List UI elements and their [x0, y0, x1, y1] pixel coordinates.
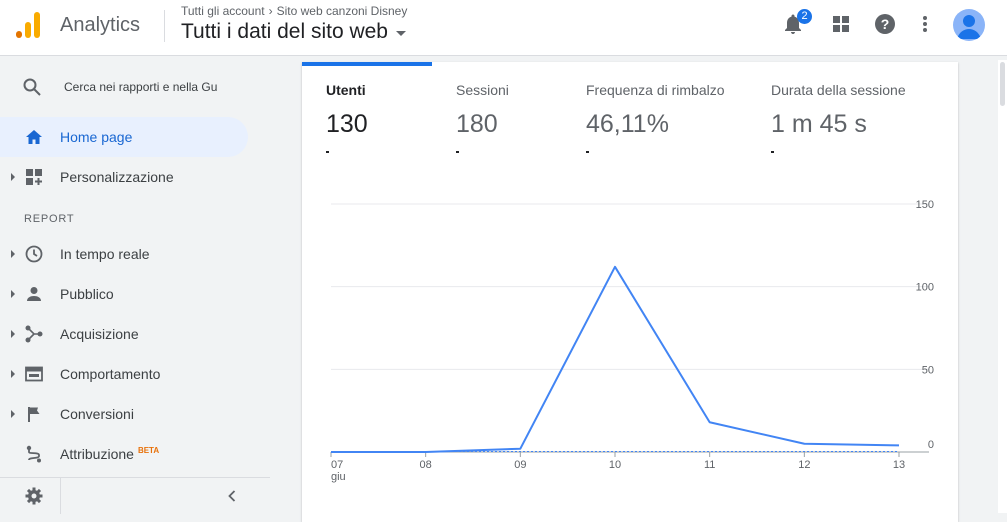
svg-text:?: ?: [881, 16, 890, 32]
sidebar-item-attribution[interactable]: Attribuzione BETA: [0, 434, 248, 474]
analytics-logo-icon[interactable]: [14, 10, 42, 40]
users-line-chart[interactable]: 0 50 100 150 07 08 09 10 11 12 13 giu: [302, 192, 958, 492]
sidebar-footer: [0, 477, 270, 513]
search-icon[interactable]: [22, 77, 42, 97]
metric-label: Durata della sessione: [771, 82, 906, 98]
view-title[interactable]: Tutti i dati del sito web: [181, 20, 388, 44]
header-divider: [164, 10, 165, 42]
sidebar-item-label: Home page: [60, 129, 132, 145]
x-tick-label: 11: [704, 459, 715, 471]
home-icon: [24, 127, 44, 147]
metric-label: Sessioni: [456, 82, 509, 98]
active-tab-indicator: [302, 62, 432, 66]
sidebar-item-label: Acquisizione: [60, 326, 139, 342]
x-tick-label: 09: [514, 459, 526, 471]
y-tick-label: 0: [928, 439, 934, 451]
sidebar-item-behavior[interactable]: Comportamento: [0, 354, 248, 394]
beta-badge: BETA: [138, 446, 159, 455]
x-tick-label: 08: [420, 459, 432, 471]
sidebar-item-conversions[interactable]: Conversioni: [0, 394, 248, 434]
metric-label: Utenti: [326, 82, 368, 98]
view-selector[interactable]: Tutti i dati del sito web: [181, 20, 406, 44]
chevron-left-icon[interactable]: [222, 486, 242, 506]
clock-icon: [24, 244, 44, 264]
sidebar-item-label: In tempo reale: [60, 246, 150, 262]
apps-grid-icon[interactable]: [829, 12, 853, 36]
metric-tab-bounce-rate[interactable]: Frequenza di rimbalzo 46,11%: [586, 82, 725, 153]
metric-value: 180: [456, 110, 509, 139]
attribution-icon: [24, 444, 44, 464]
metric-value: 46,11%: [586, 110, 725, 139]
metric-value: 1 m 45 s: [771, 110, 906, 139]
metric-value: 130: [326, 110, 368, 139]
person-icon: [953, 9, 985, 41]
users-series-line: [331, 267, 899, 452]
gear-icon[interactable]: [24, 486, 44, 506]
breadcrumb[interactable]: Tutti gli account › Sito web canzoni Dis…: [181, 4, 407, 18]
scrollbar-thumb[interactable]: [1000, 62, 1005, 106]
page-scrollbar[interactable]: [998, 60, 1007, 513]
y-tick-label: 100: [916, 282, 934, 294]
x-month-label: giu: [331, 471, 346, 483]
sidebar-item-label: Conversioni: [60, 406, 134, 422]
behavior-icon: [24, 364, 44, 384]
app-name: Analytics: [60, 14, 140, 37]
reports-section-header: REPORT: [24, 213, 74, 225]
expand-arrow-icon[interactable]: [11, 410, 15, 418]
sidebar-item-home[interactable]: Home page: [0, 117, 248, 157]
breadcrumb-account[interactable]: Tutti gli account: [181, 4, 265, 18]
y-tick-label: 150: [916, 199, 934, 211]
x-tick-label: 10: [609, 459, 621, 471]
sidebar-item-label: Attribuzione BETA: [60, 446, 159, 462]
expand-arrow-icon[interactable]: [11, 250, 15, 258]
dashboard-add-icon: [24, 167, 44, 187]
x-tick-label: 12: [798, 459, 810, 471]
sidebar: Cerca nei rapporti e nella Gu Home page …: [0, 57, 270, 513]
sparkline-stub: [771, 151, 774, 153]
sidebar-item-label: Comportamento: [60, 366, 160, 382]
sidebar-item-audience[interactable]: Pubblico: [0, 274, 248, 314]
metric-label: Frequenza di rimbalzo: [586, 82, 725, 98]
flag-icon: [24, 404, 44, 424]
expand-arrow-icon[interactable]: [11, 370, 15, 378]
help-icon[interactable]: ?: [873, 12, 897, 36]
metric-tab-sessions[interactable]: Sessioni 180: [456, 82, 509, 153]
search-input[interactable]: Cerca nei rapporti e nella Gu: [64, 80, 234, 94]
metric-tab-users[interactable]: Utenti 130: [326, 82, 368, 153]
sidebar-item-realtime[interactable]: In tempo reale: [0, 234, 248, 274]
metric-tab-session-duration[interactable]: Durata della sessione 1 m 45 s: [771, 82, 906, 153]
y-tick-label: 50: [922, 364, 934, 376]
footer-divider: [60, 478, 61, 514]
account-avatar[interactable]: [953, 9, 985, 41]
chevron-right-icon: ›: [269, 4, 273, 18]
sparkline-stub: [326, 151, 329, 153]
notification-badge: 2: [797, 9, 812, 24]
sidebar-search[interactable]: Cerca nei rapporti e nella Gu: [0, 69, 270, 105]
expand-arrow-icon[interactable]: [11, 290, 15, 298]
overview-card: Utenti 130 Sessioni 180 Frequenza di rim…: [302, 62, 958, 522]
expand-arrow-icon[interactable]: [11, 330, 15, 338]
sidebar-item-acquisition[interactable]: Acquisizione: [0, 314, 248, 354]
x-tick-label: 07: [331, 459, 343, 471]
sparkline-stub: [456, 151, 459, 153]
dropdown-arrow-icon[interactable]: [396, 31, 406, 36]
acquisition-icon: [24, 324, 44, 344]
top-app-bar: Analytics Tutti gli account › Sito web c…: [0, 0, 1007, 56]
x-tick-label: 13: [893, 459, 905, 471]
sparkline-stub: [586, 151, 589, 153]
more-vert-icon[interactable]: [913, 12, 937, 36]
sidebar-item-customization[interactable]: Personalizzazione: [0, 157, 248, 197]
sidebar-item-label: Pubblico: [60, 286, 114, 302]
attribution-label: Attribuzione: [60, 446, 134, 462]
breadcrumb-property[interactable]: Sito web canzoni Disney: [277, 4, 408, 18]
sidebar-item-label: Personalizzazione: [60, 169, 174, 185]
person-icon: [24, 284, 44, 304]
expand-arrow-icon[interactable]: [11, 173, 15, 181]
